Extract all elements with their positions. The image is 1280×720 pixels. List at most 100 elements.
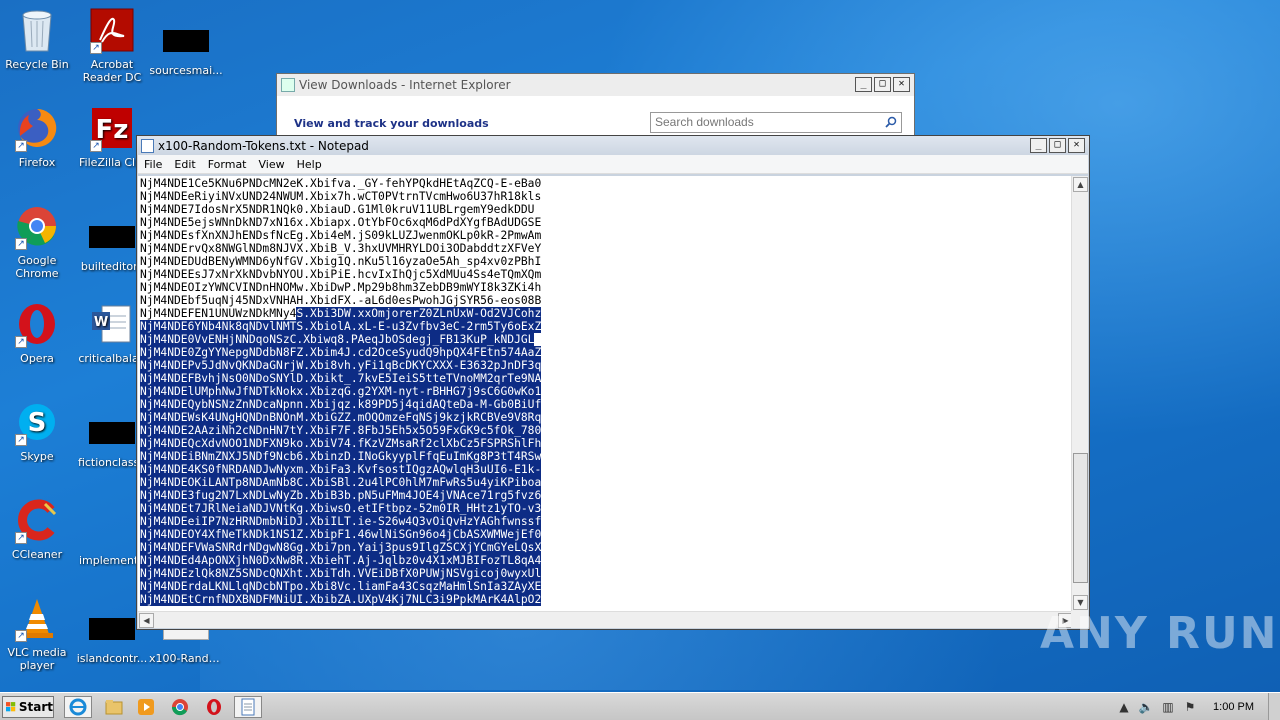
text-line-selected: NjM4NDE0ZgYYNepgNDdbN8FZ.Xbim4J.cd2OceSy…	[140, 346, 1074, 359]
taskbar-opera[interactable]	[200, 696, 228, 718]
desktop-icon-firefox[interactable]: ↗ Firefox	[0, 104, 74, 169]
selected-text: NjM4NDEOY4XfNeTkNDk1NS1Z.XbipF1.46wlNiSG…	[140, 528, 542, 541]
selected-text: NjM4NDE0VvENHjNNDqoNSzC.Xbiwq8.PAeqJbOSd…	[140, 333, 535, 346]
text-line-selected: NjM4NDE3fug2N7LxNDLwNyZb.XbiB3b.pN5uFMm4…	[140, 489, 1074, 502]
text-line: NjM4NDE7IdosNrX5NDR1NQk0.XbiauD.G1Ml0kru…	[140, 203, 535, 216]
text-line-selected: NjM4NDEQybNSNzZnNDcaNpnn.Xbijqz.k89PD5j4…	[140, 398, 1074, 411]
menu-file[interactable]: File	[138, 158, 168, 171]
desktop-icon-label: Opera	[20, 352, 54, 365]
notepad-menu-bar: File Edit Format View Help	[138, 155, 1088, 174]
text-line-selected: NjM4NDEt7JRlNeiaNDJVNtKg.XbiwsO.etIFtbpz…	[140, 502, 1074, 515]
menu-format[interactable]: Format	[202, 158, 253, 171]
search-downloads-input[interactable]: Search downloads	[650, 112, 902, 133]
network-icon[interactable]: ▥	[1159, 698, 1177, 716]
redacted-file-icon	[89, 422, 135, 444]
search-icon[interactable]	[885, 116, 897, 128]
show-hidden-icons-icon[interactable]: ▲	[1115, 698, 1133, 716]
taskbar-ie[interactable]	[64, 696, 92, 718]
word-document-icon: W	[88, 300, 136, 348]
ie-downloads-window[interactable]: View Downloads - Internet Explorer _ □ ✕…	[276, 73, 915, 143]
desktop-icon-label: Acrobat Reader DC	[82, 58, 142, 84]
selected-text: NjM4NDEd4ApONXjhN0DxNw8R.XbiehT.Aj-Jqlbz…	[140, 554, 542, 567]
minimize-button[interactable]: _	[1030, 138, 1047, 153]
notepad-title: x100-Random-Tokens.txt - Notepad	[158, 138, 369, 153]
text-line-selected: NjM4NDE0VvENHjNNDqoNSzC.Xbiwq8.PAeqJbOSd…	[140, 333, 1074, 346]
text-line-selected: NjM4NDErdaLKNLlqNDcbNTpo.Xbi8Vc.liamFa43…	[140, 580, 1074, 593]
redacted-file-icon	[89, 618, 135, 640]
vlc-cone-icon: ↗	[13, 594, 61, 642]
skype-icon: S ↗	[13, 398, 61, 446]
desktop-icon-skype[interactable]: S ↗ Skype	[0, 398, 74, 463]
shortcut-arrow-icon: ↗	[15, 238, 27, 250]
desktop-icon-label: sourcesmai...	[149, 64, 223, 77]
taskbar-chrome[interactable]	[166, 696, 194, 718]
notepad-window[interactable]: x100-Random-Tokens.txt - Notepad _ □ ✕ F…	[136, 135, 1090, 630]
vertical-scrollbar[interactable]: ▲ ▼	[1071, 176, 1088, 611]
scroll-thumb[interactable]	[1073, 453, 1088, 583]
notepad-text-area[interactable]: NjM4NDE1Ce5KNu6PNDcMN2eK.Xbifva._GY-fehY…	[138, 176, 1074, 611]
text-line-selected: NjM4NDE4KS0fNRDANDJwNyxm.XbiFa3.KvfsostI…	[140, 463, 1074, 476]
shortcut-arrow-icon: ↗	[90, 42, 102, 54]
horizontal-scrollbar[interactable]: ◀ ▶	[138, 611, 1074, 628]
scroll-up-arrow[interactable]: ▲	[1073, 177, 1088, 192]
selected-text: NjM4NDEzlQk8NZ5SNDcQNXht.XbiTdh.VVEiDBfX…	[140, 567, 542, 580]
desktop-icon-chrome[interactable]: ↗ Google Chrome	[0, 202, 74, 280]
desktop-icon-label: Firefox	[18, 156, 56, 169]
text-line-selected: NjM4NDEiBNmZNXJ5NDf9Ncb6.XbinzD.INoGkyyp…	[140, 450, 1074, 463]
maximize-button[interactable]: □	[874, 77, 891, 92]
taskbar-notepad[interactable]	[234, 696, 262, 718]
taskbar-explorer[interactable]	[100, 696, 128, 718]
text-line: NjM4NDE5ejsWNnDkND7xN16x.Xbiapx.OtYbFOc6…	[140, 216, 542, 229]
text-line-selected: NjM4NDE2AAziNh2cNDnHN7tY.XbiF7F.8FbJ5Eh5…	[140, 424, 1074, 437]
desktop-icon-opera[interactable]: ↗ Opera	[0, 300, 74, 365]
clock[interactable]: 1:00 PM	[1213, 701, 1254, 713]
text-line: NjM4NDEsfXnXNJhENDsfNcEg.Xbi4eM.jS09kLUZ…	[140, 229, 542, 242]
desktop-icon-label: VLC media player	[7, 646, 67, 672]
media-player-icon	[138, 699, 154, 715]
close-button[interactable]: ✕	[1068, 138, 1085, 153]
selected-text: S.Xbi3DW.xxOmjorerZ0ZLnUxW-Od2VJCohz	[296, 307, 542, 320]
desktop-icon-vlc[interactable]: ↗ VLC media player	[0, 594, 74, 672]
text-line-selected: NjM4NDEWsK4UNgHQNDnBNOnM.XbiGZZ.mOQOmzeF…	[140, 411, 1074, 424]
text-line-selected: NjM4NDEQcXdvNOO1NDFXN9ko.XbiV74.fKzVZMsa…	[140, 437, 1074, 450]
internet-explorer-icon	[69, 698, 87, 716]
text-line: NjM4NDEeRiyiNVxUND24NWUM.Xbix7h.wCT0PVtr…	[140, 190, 542, 203]
speaker-icon[interactable]: 🔈	[1137, 698, 1155, 716]
ie-title-bar[interactable]: View Downloads - Internet Explorer	[277, 74, 914, 96]
selected-text: NjM4NDE6YNb4Nk8qNDvlNMTS.XbiolA.xL-E-u3Z…	[140, 320, 542, 333]
text-line: NjM4NDEbf5uqNj45NDxVNHAH.XbidFX.-aL6d0es…	[140, 294, 542, 307]
selected-text: NjM4NDEPv5JdNvQKNDaGNrjW.Xbi8vh.yFi1qBcD…	[140, 359, 542, 372]
desktop-icon-sourcesmai[interactable]: sourcesmai...	[149, 16, 223, 77]
selected-text: NjM4NDEtCrnfNDXBNDFMNiUI.XbibZA.UXpV4Kj7…	[140, 593, 542, 606]
desktop-icon-ccleaner[interactable]: ↗ CCleaner	[0, 496, 74, 561]
text-line-selected: NjM4NDEFBvhjNsO0NDoSNYlD.Xbikt_.7kvE5Iei…	[140, 372, 1074, 385]
start-label: Start	[18, 700, 53, 714]
maximize-button[interactable]: □	[1049, 138, 1066, 153]
scroll-left-arrow[interactable]: ◀	[139, 613, 154, 628]
close-button[interactable]: ✕	[893, 77, 910, 92]
show-desktop-button[interactable]	[1268, 693, 1280, 720]
selected-text: NjM4NDErdaLKNLlqNDcbNTpo.Xbi8Vc.liamFa43…	[140, 580, 542, 593]
text-line-selected: NjM4NDEOKiLANTp8NDAmNb8C.XbiSBl.2u4lPC0h…	[140, 476, 1074, 489]
desktop-icon-acrobat[interactable]: ↗ Acrobat Reader DC	[75, 6, 149, 84]
start-button[interactable]: Start	[2, 696, 54, 718]
taskbar-media-player[interactable]	[132, 696, 160, 718]
desktop-icon-label: x100-Rando...	[149, 652, 223, 665]
selected-text: NjM4NDEt7JRlNeiaNDJVNtKg.XbiwsO.etIFtbpz…	[140, 502, 542, 515]
selected-text: NjM4NDE0ZgYYNepgNDdbN8FZ.Xbim4J.cd2OceSy…	[140, 346, 542, 359]
windows-logo-icon	[6, 702, 16, 712]
flag-icon[interactable]: ⚑	[1181, 698, 1199, 716]
selected-text: NjM4NDEFVWaSNRdrNDgwN8Gg.Xbi7pn.Yaij3pus…	[140, 541, 542, 554]
text-line-selected: NjM4NDEzlQk8NZ5SNDcQNXht.XbiTdh.VVEiDBfX…	[140, 567, 1074, 580]
text-lines: NjM4NDE1Ce5KNu6PNDcMN2eK.Xbifva._GY-fehY…	[138, 176, 1074, 606]
minimize-button[interactable]: _	[855, 77, 872, 92]
menu-edit[interactable]: Edit	[168, 158, 201, 171]
desktop-icon-recycle-bin[interactable]: Recycle Bin	[0, 6, 74, 71]
search-placeholder: Search downloads	[655, 115, 754, 129]
desktop-icon-label: Skype	[20, 450, 54, 463]
notepad-title-bar[interactable]: x100-Random-Tokens.txt - Notepad	[137, 136, 1089, 155]
menu-help[interactable]: Help	[291, 158, 328, 171]
menu-view[interactable]: View	[253, 158, 291, 171]
ie-window-controls: _ □ ✕	[855, 77, 910, 92]
selected-text: NjM4NDElUMphNwJfNDTkNokx.XbizqG.g2YXM-ny…	[140, 385, 542, 398]
